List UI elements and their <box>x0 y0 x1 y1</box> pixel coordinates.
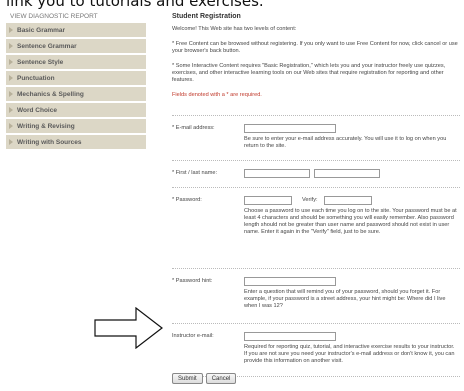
hint-label: * Password hint: <box>172 278 213 284</box>
divider <box>172 323 460 324</box>
divider <box>172 268 460 269</box>
password-hint-input[interactable] <box>244 277 336 286</box>
free-content-text: * Free Content can be browsed without re… <box>172 41 458 54</box>
verify-label: Verify: <box>302 197 318 203</box>
sidebar-item-label: Writing & Revising <box>17 122 75 130</box>
password-input[interactable] <box>244 196 292 205</box>
caption-text: link you to tutorials and exercises. <box>6 0 264 10</box>
divider <box>172 187 460 188</box>
intro-text: Welcome! This Web site has two levels of… <box>172 26 297 32</box>
email-row: * E-mail address: Be sure to enter your … <box>172 122 460 160</box>
sidebar-item-label: Sentence Grammar <box>17 42 77 50</box>
name-label: * First / last name: <box>172 170 218 176</box>
instructor-email-input[interactable] <box>244 332 336 341</box>
triangle-right-icon <box>9 107 13 113</box>
last-name-input[interactable] <box>314 169 380 178</box>
sidebar-item-label: Punctuation <box>17 74 55 82</box>
sidebar-header[interactable]: VIEW DIAGNOSTIC REPORT <box>6 12 146 22</box>
submit-button[interactable]: Submit <box>172 373 203 384</box>
divider <box>172 160 460 161</box>
email-help: Be sure to enter your e-mail address acc… <box>244 136 447 149</box>
password-label: * Password: <box>172 197 202 203</box>
sidebar-item-sentence-style[interactable]: Sentence Style <box>6 55 146 70</box>
sidebar-item-label: Word Choice <box>17 106 57 114</box>
sidebar-item-label: Writing with Sources <box>17 138 82 146</box>
email-input[interactable] <box>244 124 336 133</box>
hint-row: * Password hint: Enter a question that w… <box>172 275 460 323</box>
verify-password-input[interactable] <box>324 196 372 205</box>
sidebar-item-sentence-grammar[interactable]: Sentence Grammar <box>6 39 146 54</box>
arrow-right-icon <box>94 307 163 349</box>
sidebar: VIEW DIAGNOSTIC REPORT Basic Grammar Sen… <box>6 12 146 150</box>
form-buttons: Submit Cancel <box>172 373 237 384</box>
triangle-right-icon <box>9 91 13 97</box>
sidebar-item-punctuation[interactable]: Punctuation <box>6 71 146 86</box>
sidebar-item-label: Basic Grammar <box>17 26 66 34</box>
divider <box>172 115 460 116</box>
required-note: Fields denoted with a * are required. <box>172 92 262 98</box>
password-help: Choose a password to use each time you l… <box>244 208 457 235</box>
triangle-right-icon <box>9 59 13 65</box>
registration-panel: Student Registration Welcome! This Web s… <box>172 13 460 383</box>
first-name-input[interactable] <box>244 169 310 178</box>
sidebar-item-mechanics[interactable]: Mechanics & Spelling <box>6 87 146 102</box>
email-label: * E-mail address: <box>172 125 215 131</box>
triangle-right-icon <box>9 43 13 49</box>
sidebar-item-word-choice[interactable]: Word Choice <box>6 103 146 118</box>
sidebar-item-writing-sources[interactable]: Writing with Sources <box>6 135 146 150</box>
triangle-right-icon <box>9 75 13 81</box>
triangle-right-icon <box>9 27 13 33</box>
cancel-button[interactable]: Cancel <box>205 373 237 384</box>
name-row: * First / last name: <box>172 167 460 187</box>
page-title: Student Registration <box>172 13 241 20</box>
instructor-row: Instructor e-mail: Required for reportin… <box>172 330 460 376</box>
triangle-right-icon <box>9 123 13 129</box>
sidebar-item-basic-grammar[interactable]: Basic Grammar <box>6 23 146 38</box>
interactive-content-text: * Some Interactive Content requires "Bas… <box>172 63 446 83</box>
sidebar-item-writing-revising[interactable]: Writing & Revising <box>6 119 146 134</box>
triangle-right-icon <box>9 139 13 145</box>
instructor-label: Instructor e-mail: <box>172 333 214 339</box>
sidebar-item-label: Sentence Style <box>17 58 64 66</box>
sidebar-item-label: Mechanics & Spelling <box>17 90 84 98</box>
password-row: * Password: Verify: Choose a password to… <box>172 194 460 268</box>
hint-help: Enter a question that will remind you of… <box>244 289 446 309</box>
instructor-help: Required for reporting quiz, tutorial, a… <box>244 344 455 364</box>
